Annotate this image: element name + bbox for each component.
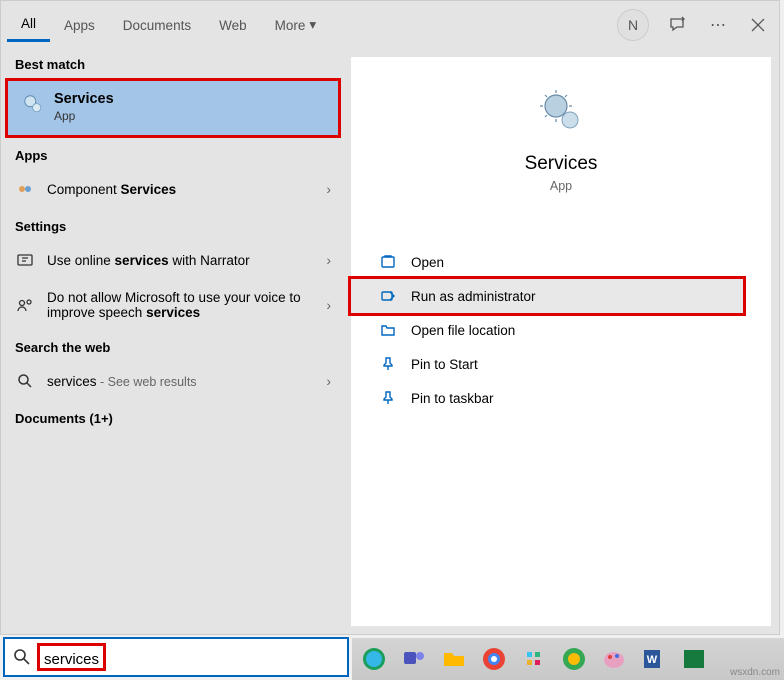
action-run-as-administrator[interactable]: Run as administrator [351, 279, 743, 313]
search-icon [13, 648, 31, 666]
taskbar-bt[interactable] [678, 643, 710, 675]
taskbar-edge[interactable] [358, 643, 390, 675]
taskbar-chrome[interactable] [478, 643, 510, 675]
avatar[interactable]: N [617, 9, 649, 41]
settings-item-speech[interactable]: Do not allow Microsoft to use your voice… [1, 280, 345, 330]
taskbar-slack[interactable] [518, 643, 550, 675]
chevron-down-icon: ▾ [309, 17, 316, 33]
options-icon[interactable]: ⋯ [707, 14, 729, 36]
watermark: wsxdn.com [730, 667, 780, 678]
taskbar-word[interactable]: W [638, 643, 670, 675]
tabs-bar: All Apps Documents Web More▾ N ⋯ [1, 1, 779, 47]
chevron-right-icon: › [326, 297, 331, 313]
services-hero-icon [537, 87, 585, 135]
taskbar-chrome2[interactable] [558, 643, 590, 675]
services-icon [22, 93, 44, 115]
feedback-icon[interactable] [667, 14, 689, 36]
label-documents: Documents (1+) [1, 401, 345, 432]
taskbar-paint[interactable] [598, 643, 630, 675]
apps-item-component-services[interactable]: Component Services › [1, 169, 345, 209]
action-pin-to-start[interactable]: Pin to Start [351, 347, 771, 381]
hero-title: Services [351, 153, 771, 175]
search-icon [15, 371, 35, 391]
search-input[interactable]: services [37, 643, 106, 671]
pin-start-icon [379, 355, 397, 373]
search-bar[interactable]: services [3, 637, 349, 677]
best-match-subtitle: App [54, 109, 324, 123]
label-best-match: Best match [1, 47, 345, 78]
pin-taskbar-icon [379, 389, 397, 407]
svg-text:W: W [647, 654, 658, 666]
chevron-right-icon: › [326, 373, 331, 389]
chevron-right-icon: › [326, 252, 331, 268]
action-open[interactable]: Open [351, 245, 771, 279]
settings-item-narrator[interactable]: Use online services with Narrator › [1, 240, 345, 280]
chevron-right-icon: › [326, 181, 331, 197]
action-open-file-location[interactable]: Open file location [351, 313, 771, 347]
tab-documents[interactable]: Documents [109, 8, 205, 41]
hero-subtitle: App [351, 179, 771, 193]
open-icon [379, 253, 397, 271]
action-pin-to-taskbar[interactable]: Pin to taskbar [351, 381, 771, 415]
admin-icon [379, 287, 397, 305]
best-match-item[interactable]: Services App [5, 78, 341, 138]
label-search-web: Search the web [1, 330, 345, 361]
speech-icon [15, 295, 35, 315]
web-item-services[interactable]: services - See web results › [1, 361, 345, 401]
folder-icon [379, 321, 397, 339]
narrator-icon [15, 250, 35, 270]
tab-more[interactable]: More▾ [261, 7, 331, 41]
label-settings: Settings [1, 209, 345, 240]
component-icon [15, 179, 35, 199]
taskbar: W [352, 638, 784, 680]
tab-apps[interactable]: Apps [50, 8, 109, 41]
best-match-title: Services [54, 91, 324, 107]
tab-web[interactable]: Web [205, 8, 261, 41]
taskbar-teams[interactable] [398, 643, 430, 675]
taskbar-explorer[interactable] [438, 643, 470, 675]
tab-all[interactable]: All [7, 6, 50, 42]
close-icon[interactable] [747, 14, 769, 36]
label-apps: Apps [1, 138, 345, 169]
